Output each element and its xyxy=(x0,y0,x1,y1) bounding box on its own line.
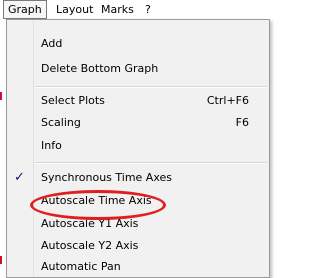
menu-item-label: Synchronous Time Axes xyxy=(41,171,173,184)
menu-item-autoscale-y2-axis[interactable]: Autoscale Y2 Axis xyxy=(7,235,269,257)
menu-item-label: Info xyxy=(41,139,62,152)
menu-item-label: Add xyxy=(41,37,63,50)
menu-item-label: Autoscale Y1 Axis xyxy=(41,217,139,230)
menu-item-automatic-pan[interactable]: Automatic Pan xyxy=(7,256,269,278)
menu-item-autoscale-time-axis[interactable]: Autoscale Time Axis xyxy=(7,190,269,212)
background-red-mark xyxy=(0,256,2,264)
menu-separator xyxy=(35,86,267,88)
menu-marks[interactable]: Marks xyxy=(97,1,138,18)
menu-layout[interactable]: Layout xyxy=(52,1,97,18)
menu-item-shortcut: Ctrl+F6 xyxy=(206,94,249,107)
background-red-mark xyxy=(0,92,2,100)
menu-item-label: Automatic Pan xyxy=(41,260,121,273)
menu-item-label: Scaling xyxy=(41,116,81,129)
menu-item-shortcut: F6 xyxy=(235,116,249,129)
menu-item-autoscale-y1-axis[interactable]: Autoscale Y1 Axis xyxy=(7,213,269,235)
menu-help[interactable]: ? xyxy=(141,1,155,18)
menu-graph[interactable]: Graph xyxy=(3,0,47,19)
menu-item-select-plots[interactable]: Select Plots Ctrl+F6 xyxy=(7,90,269,112)
checkmark-icon: ✓ xyxy=(14,170,25,185)
menu-item-synchronous-time-axes[interactable]: ✓ Synchronous Time Axes xyxy=(7,167,269,189)
menu-item-scaling[interactable]: Scaling F6 xyxy=(7,112,269,134)
menu-item-delete-bottom-graph[interactable]: Delete Bottom Graph xyxy=(7,58,269,80)
menu-item-info[interactable]: Info xyxy=(7,135,269,157)
menu-item-label: Autoscale Y2 Axis xyxy=(41,239,139,252)
graph-dropdown-menu: Add Delete Bottom Graph Select Plots Ctr… xyxy=(6,19,270,278)
menu-item-label: Select Plots xyxy=(41,94,105,107)
menu-item-label: Delete Bottom Graph xyxy=(41,62,159,75)
menu-item-add[interactable]: Add xyxy=(7,33,269,55)
menubar: Graph Layout Marks ? xyxy=(0,0,270,20)
menu-separator xyxy=(35,162,267,164)
menu-item-label: Autoscale Time Axis xyxy=(41,194,152,207)
